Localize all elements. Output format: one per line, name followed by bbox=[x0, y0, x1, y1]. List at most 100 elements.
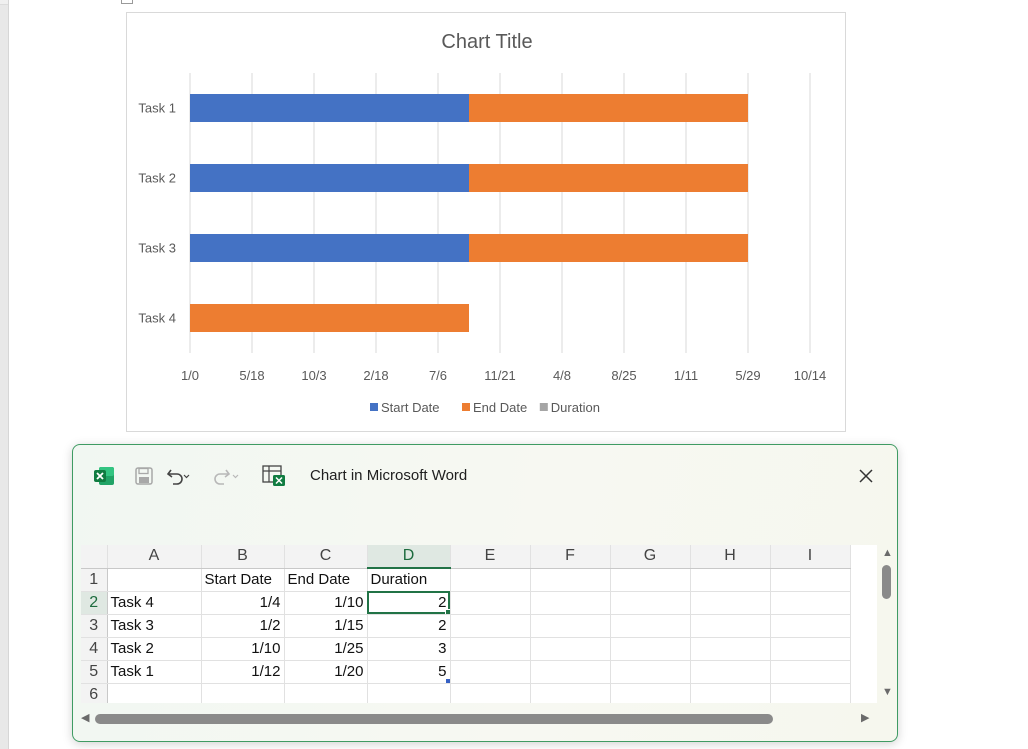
cell-e5[interactable] bbox=[450, 660, 531, 684]
scroll-right-icon[interactable]: ▶ bbox=[861, 713, 869, 724]
gantt-chart: Chart Title 1/0 5/18 10/3 2/18 7/6 11/21 4/8 8/2… bbox=[138, 31, 826, 415]
chart-area[interactable]: Chart Title 1/0 5/18 10/3 2/18 7/6 11/21 4/8 8/2… bbox=[126, 12, 846, 432]
cell-g1[interactable] bbox=[610, 568, 691, 592]
spreadsheet-grid[interactable]: A B C D E F G H I 1 Start Date End Date bbox=[81, 545, 877, 703]
cell-b1[interactable]: Start Date bbox=[201, 568, 285, 592]
ruler-marker bbox=[121, 0, 133, 4]
horizontal-scrollbar[interactable]: ◀ ▶ bbox=[81, 711, 877, 727]
cell-a1[interactable] bbox=[107, 568, 202, 592]
cell-f3[interactable] bbox=[530, 614, 611, 638]
row-header[interactable]: 4 bbox=[81, 637, 108, 661]
cell-b4[interactable]: 1/10 bbox=[201, 637, 285, 661]
save-icon[interactable] bbox=[131, 463, 157, 489]
cell-a6[interactable] bbox=[107, 683, 202, 703]
cell-i3[interactable] bbox=[770, 614, 851, 638]
cell-f2[interactable] bbox=[530, 591, 611, 615]
x-tick-label: 10/3 bbox=[301, 368, 326, 383]
cell-c3[interactable]: 1/15 bbox=[284, 614, 368, 638]
column-header-e[interactable]: E bbox=[450, 545, 531, 569]
cell-h4[interactable] bbox=[690, 637, 771, 661]
bar-start-date bbox=[190, 234, 469, 262]
cell-a4[interactable]: Task 2 bbox=[107, 637, 202, 661]
cell-e2[interactable] bbox=[450, 591, 531, 615]
cell-d3[interactable]: 2 bbox=[367, 614, 451, 638]
x-tick-label: 1/0 bbox=[181, 368, 199, 383]
vertical-scrollbar[interactable]: ▲ ▼ bbox=[879, 545, 895, 701]
redo-icon[interactable] bbox=[213, 463, 239, 489]
cell-e1[interactable] bbox=[450, 568, 531, 592]
legend-swatch bbox=[539, 403, 548, 411]
row-header[interactable]: 6 bbox=[81, 683, 108, 703]
cell-f1[interactable] bbox=[530, 568, 611, 592]
cell-c4[interactable]: 1/25 bbox=[284, 637, 368, 661]
cell-h5[interactable] bbox=[690, 660, 771, 684]
edit-data-in-excel-icon[interactable] bbox=[261, 463, 287, 489]
cell-i5[interactable] bbox=[770, 660, 851, 684]
cell-d2-selected[interactable]: 2 bbox=[367, 591, 451, 615]
cell-c1[interactable]: End Date bbox=[284, 568, 368, 592]
cell-h6[interactable] bbox=[690, 683, 771, 703]
column-header-f[interactable]: F bbox=[530, 545, 611, 569]
cell-g4[interactable] bbox=[610, 637, 691, 661]
column-header-i[interactable]: I bbox=[770, 545, 851, 569]
cell-i2[interactable] bbox=[770, 591, 851, 615]
cell-g5[interactable] bbox=[610, 660, 691, 684]
bar-start-date bbox=[190, 164, 469, 192]
cell-b2[interactable]: 1/4 bbox=[201, 591, 285, 615]
cell-d6[interactable] bbox=[367, 683, 451, 703]
close-icon[interactable] bbox=[853, 463, 879, 489]
cell-h1[interactable] bbox=[690, 568, 771, 592]
scroll-left-icon[interactable]: ◀ bbox=[81, 713, 89, 724]
cell-c5[interactable]: 1/20 bbox=[284, 660, 368, 684]
cell-e4[interactable] bbox=[450, 637, 531, 661]
cell-g6[interactable] bbox=[610, 683, 691, 703]
fill-handle[interactable] bbox=[444, 608, 449, 613]
vertical-scroll-thumb[interactable] bbox=[882, 565, 891, 599]
cell-a3[interactable]: Task 3 bbox=[107, 614, 202, 638]
cell-c2[interactable]: 1/10 bbox=[284, 591, 368, 615]
cell-h2[interactable] bbox=[690, 591, 771, 615]
cell-c6[interactable] bbox=[284, 683, 368, 703]
cell-a5[interactable]: Task 1 bbox=[107, 660, 202, 684]
horizontal-scroll-thumb[interactable] bbox=[95, 714, 773, 724]
undo-icon[interactable] bbox=[165, 463, 191, 489]
y-category-label: Task 3 bbox=[138, 241, 176, 256]
cell-b6[interactable] bbox=[201, 683, 285, 703]
cell-g3[interactable] bbox=[610, 614, 691, 638]
cell-i6[interactable] bbox=[770, 683, 851, 703]
column-header-b[interactable]: B bbox=[201, 545, 285, 569]
row-header[interactable]: 2 bbox=[81, 591, 108, 615]
x-tick-label: 7/6 bbox=[429, 368, 447, 383]
cell-i4[interactable] bbox=[770, 637, 851, 661]
cell-b5[interactable]: 1/12 bbox=[201, 660, 285, 684]
cell-i1[interactable] bbox=[770, 568, 851, 592]
cell-e6[interactable] bbox=[450, 683, 531, 703]
cell-f5[interactable] bbox=[530, 660, 611, 684]
column-header-a[interactable]: A bbox=[107, 545, 202, 569]
excel-icon bbox=[91, 463, 117, 489]
cell-e3[interactable] bbox=[450, 614, 531, 638]
cell-d5[interactable]: 5 bbox=[367, 660, 451, 684]
cell-a2[interactable]: Task 4 bbox=[107, 591, 202, 615]
cell-f4[interactable] bbox=[530, 637, 611, 661]
column-header-g[interactable]: G bbox=[610, 545, 691, 569]
cell-b3[interactable]: 1/2 bbox=[201, 614, 285, 638]
select-all-corner[interactable] bbox=[81, 545, 108, 569]
cell-g2[interactable] bbox=[610, 591, 691, 615]
scroll-down-icon[interactable]: ▼ bbox=[882, 687, 893, 698]
x-tick-label: 2/18 bbox=[363, 368, 388, 383]
row-header[interactable]: 1 bbox=[81, 568, 108, 592]
cell-h3[interactable] bbox=[690, 614, 771, 638]
column-header-c[interactable]: C bbox=[284, 545, 368, 569]
column-header-d[interactable]: D bbox=[367, 545, 451, 569]
cell-d1[interactable]: Duration bbox=[367, 568, 451, 592]
x-tick-label: 8/25 bbox=[611, 368, 636, 383]
row-header[interactable]: 3 bbox=[81, 614, 108, 638]
cell-d4[interactable]: 3 bbox=[367, 637, 451, 661]
column-header-h[interactable]: H bbox=[690, 545, 771, 569]
range-resize-handle[interactable] bbox=[445, 678, 449, 682]
legend-swatch bbox=[370, 403, 378, 411]
cell-f6[interactable] bbox=[530, 683, 611, 703]
row-header[interactable]: 5 bbox=[81, 660, 108, 684]
scroll-up-icon[interactable]: ▲ bbox=[882, 548, 893, 559]
